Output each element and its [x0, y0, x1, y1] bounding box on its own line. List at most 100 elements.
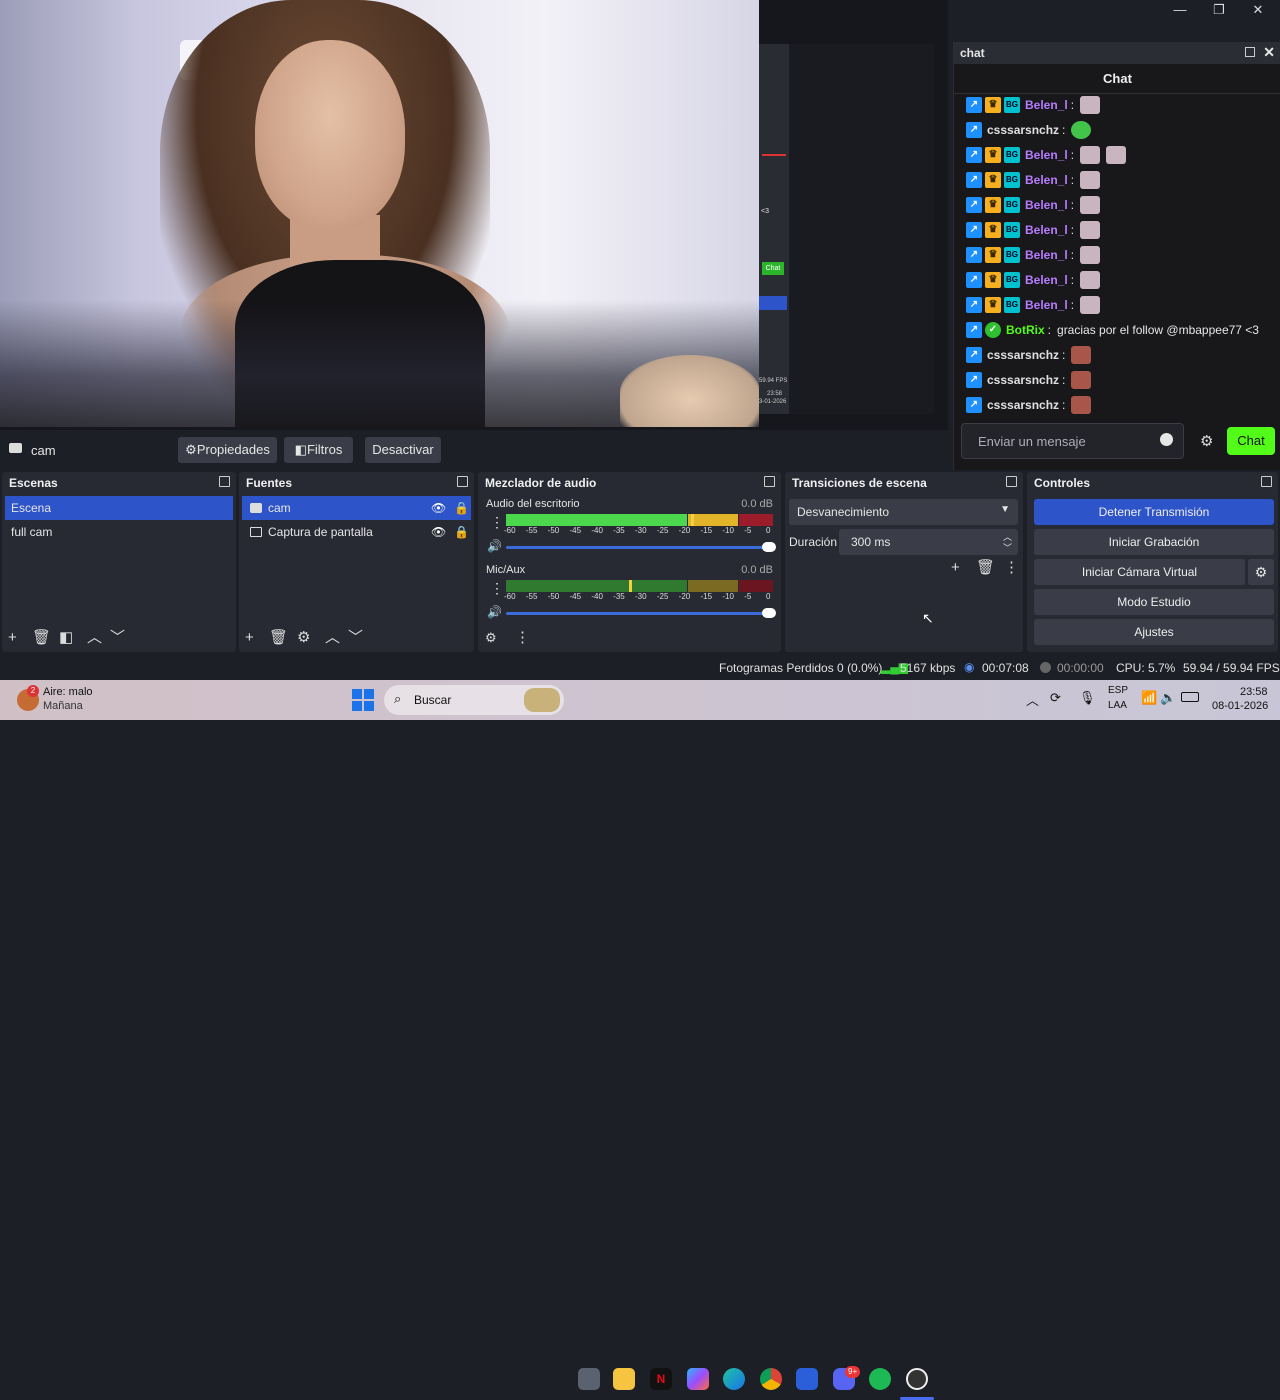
- chat-username[interactable]: BotRix: [1006, 323, 1045, 337]
- chat-message[interactable]: ↗ ♛ BG Belen_l:: [966, 94, 1101, 116]
- studio-mode-button[interactable]: Modo Estudio: [1034, 589, 1274, 615]
- chat-message[interactable]: ↗ csssarsnchz:: [966, 369, 1092, 391]
- scene-filters-icon[interactable]: ◧: [59, 630, 73, 646]
- volume-slider[interactable]: [506, 542, 776, 552]
- visibility-eye-icon[interactable]: 👁: [431, 496, 446, 520]
- start-menu-icon[interactable]: [352, 689, 374, 711]
- virtual-camera-gear-icon[interactable]: ⚙: [1248, 559, 1274, 585]
- volume-slider-handle[interactable]: [762, 608, 776, 618]
- edge-icon[interactable]: [723, 1368, 745, 1390]
- keyboard-layout[interactable]: LAA: [1108, 700, 1127, 711]
- move-down-icon[interactable]: ﹀: [110, 630, 125, 646]
- lock-icon[interactable]: 🔒: [454, 496, 469, 520]
- stop-streaming-button[interactable]: Detener Transmisión: [1034, 499, 1274, 525]
- store-icon[interactable]: [796, 1368, 818, 1390]
- chat-message-input[interactable]: Enviar un mensaje: [961, 423, 1184, 459]
- lock-icon[interactable]: 🔒: [454, 520, 469, 544]
- advanced-audio-gear-icon[interactable]: ⚙: [485, 630, 497, 646]
- obs-icon[interactable]: [906, 1368, 928, 1390]
- task-view-icon[interactable]: [578, 1368, 600, 1390]
- mixer-menu-icon[interactable]: ⋮: [515, 630, 530, 646]
- deactivate-button[interactable]: Desactivar: [365, 437, 441, 463]
- minimize-button[interactable]: —: [1160, 0, 1200, 20]
- source-item[interactable]: cam 👁 🔒: [242, 496, 471, 520]
- move-down-icon[interactable]: ﹀: [348, 630, 363, 646]
- chat-username[interactable]: Belen_l: [1025, 98, 1068, 112]
- add-transition-icon[interactable]: +: [951, 560, 960, 576]
- chat-username[interactable]: Belen_l: [1025, 248, 1068, 262]
- chat-username[interactable]: csssarsnchz: [987, 348, 1059, 362]
- netflix-icon[interactable]: N: [650, 1368, 672, 1390]
- start-virtual-camera-button[interactable]: Iniciar Cámara Virtual: [1034, 559, 1245, 585]
- spotify-icon[interactable]: [869, 1368, 891, 1390]
- chat-send-button[interactable]: Chat: [1227, 427, 1275, 455]
- transitions-undock-icon[interactable]: [1006, 476, 1017, 487]
- chat-username[interactable]: Belen_l: [1025, 298, 1068, 312]
- sources-undock-icon[interactable]: [457, 476, 468, 487]
- filters-button[interactable]: ◧Filtros: [284, 437, 353, 463]
- undock-icon[interactable]: [1245, 47, 1255, 57]
- tray-chevron-up-icon[interactable]: ︿: [1026, 690, 1039, 709]
- visibility-eye-icon[interactable]: 👁: [431, 520, 446, 544]
- chat-message[interactable]: ↗ ♛ BG Belen_l:: [966, 294, 1101, 316]
- chat-message[interactable]: ↗ ♛ BG Belen_l:: [966, 169, 1101, 191]
- mixer-undock-icon[interactable]: [764, 476, 775, 487]
- chat-message-list[interactable]: ↗ ♛ BG Belen_l: ↗ csssarsnchz: ↗ ♛ BG Belen_l: ↗ ♛ B…: [954, 94, 1280, 419]
- spin-down-icon[interactable]: ﹀: [1003, 541, 1012, 554]
- chat-username[interactable]: Belen_l: [1025, 273, 1068, 287]
- start-recording-button[interactable]: Iniciar Grabación: [1034, 529, 1274, 555]
- chat-message[interactable]: ↗ csssarsnchz:: [966, 119, 1092, 141]
- duration-spinbox[interactable]: 300 ms ︿ ﹀: [839, 529, 1018, 555]
- chat-username[interactable]: csssarsnchz: [987, 373, 1059, 387]
- speaker-icon[interactable]: 🔊: [487, 605, 502, 619]
- preview-area[interactable]: <3 Chat 59.94 FPS 23:58 3-01-2026: [0, 0, 948, 430]
- chat-message[interactable]: ↗ ♛ BG Belen_l:: [966, 144, 1127, 166]
- chat-message[interactable]: ↗ ♛ BG Belen_l:: [966, 269, 1101, 291]
- chat-message[interactable]: ↗ csssarsnchz:: [966, 394, 1092, 416]
- volume-slider[interactable]: [506, 608, 776, 618]
- copilot-icon[interactable]: [687, 1368, 709, 1390]
- chat-message[interactable]: ↗ ✓ BotRix: gracias por el follow @mbappee7…: [966, 319, 1259, 341]
- source-item[interactable]: Captura de pantalla 👁 🔒: [242, 520, 471, 544]
- chat-username[interactable]: csssarsnchz: [987, 123, 1059, 137]
- chat-username[interactable]: csssarsnchz: [987, 398, 1059, 412]
- chat-settings-gear-icon[interactable]: ⚙: [1200, 432, 1213, 450]
- transition-menu-icon[interactable]: ⋮: [1004, 560, 1019, 576]
- language-code[interactable]: ESP: [1108, 685, 1128, 696]
- sync-icon[interactable]: ⟳: [1050, 690, 1061, 706]
- speaker-icon[interactable]: 🔊: [487, 539, 502, 553]
- file-explorer-icon[interactable]: [613, 1368, 635, 1390]
- chat-message[interactable]: ↗ ♛ BG Belen_l:: [966, 194, 1101, 216]
- volume-icon[interactable]: 🔈: [1160, 690, 1176, 706]
- chat-username[interactable]: Belen_l: [1025, 173, 1068, 187]
- scene-item[interactable]: Escena: [5, 496, 233, 520]
- controls-undock-icon[interactable]: [1261, 476, 1272, 487]
- transition-select[interactable]: Desvanecimiento ▼: [789, 499, 1018, 525]
- chat-username[interactable]: Belen_l: [1025, 198, 1068, 212]
- maximize-button[interactable]: ❐: [1199, 0, 1239, 20]
- channel-menu-icon[interactable]: ⋮: [490, 581, 504, 595]
- clock-date[interactable]: 08-01-2026: [1212, 700, 1268, 712]
- move-up-icon[interactable]: ︿: [87, 630, 102, 646]
- microphone-icon[interactable]: 🎙: [1079, 690, 1096, 706]
- volume-slider-handle[interactable]: [762, 542, 776, 552]
- add-source-icon[interactable]: +: [245, 630, 254, 646]
- clock-time[interactable]: 23:58: [1240, 686, 1268, 698]
- source-properties-gear-icon[interactable]: ⚙: [297, 630, 310, 646]
- close-button[interactable]: ✕: [1238, 0, 1278, 20]
- wifi-icon[interactable]: 📶: [1141, 690, 1157, 706]
- chat-message[interactable]: ↗ ♛ BG Belen_l:: [966, 244, 1101, 266]
- add-scene-icon[interactable]: +: [8, 630, 17, 646]
- chat-message[interactable]: ↗ csssarsnchz:: [966, 344, 1092, 366]
- close-dock-icon[interactable]: ✕: [1263, 44, 1275, 61]
- scenes-undock-icon[interactable]: [219, 476, 230, 487]
- chat-username[interactable]: Belen_l: [1025, 223, 1068, 237]
- remove-scene-icon[interactable]: 🗑: [32, 630, 51, 646]
- battery-icon[interactable]: [1181, 692, 1199, 702]
- taskbar-search-box[interactable]: ⌕ Buscar: [384, 685, 564, 715]
- chat-message[interactable]: ↗ ♛ BG Belen_l:: [966, 219, 1101, 241]
- remove-transition-icon[interactable]: 🗑: [976, 560, 995, 576]
- chat-username[interactable]: Belen_l: [1025, 148, 1068, 162]
- scene-item[interactable]: full cam: [5, 520, 233, 544]
- move-up-icon[interactable]: ︿: [325, 630, 340, 646]
